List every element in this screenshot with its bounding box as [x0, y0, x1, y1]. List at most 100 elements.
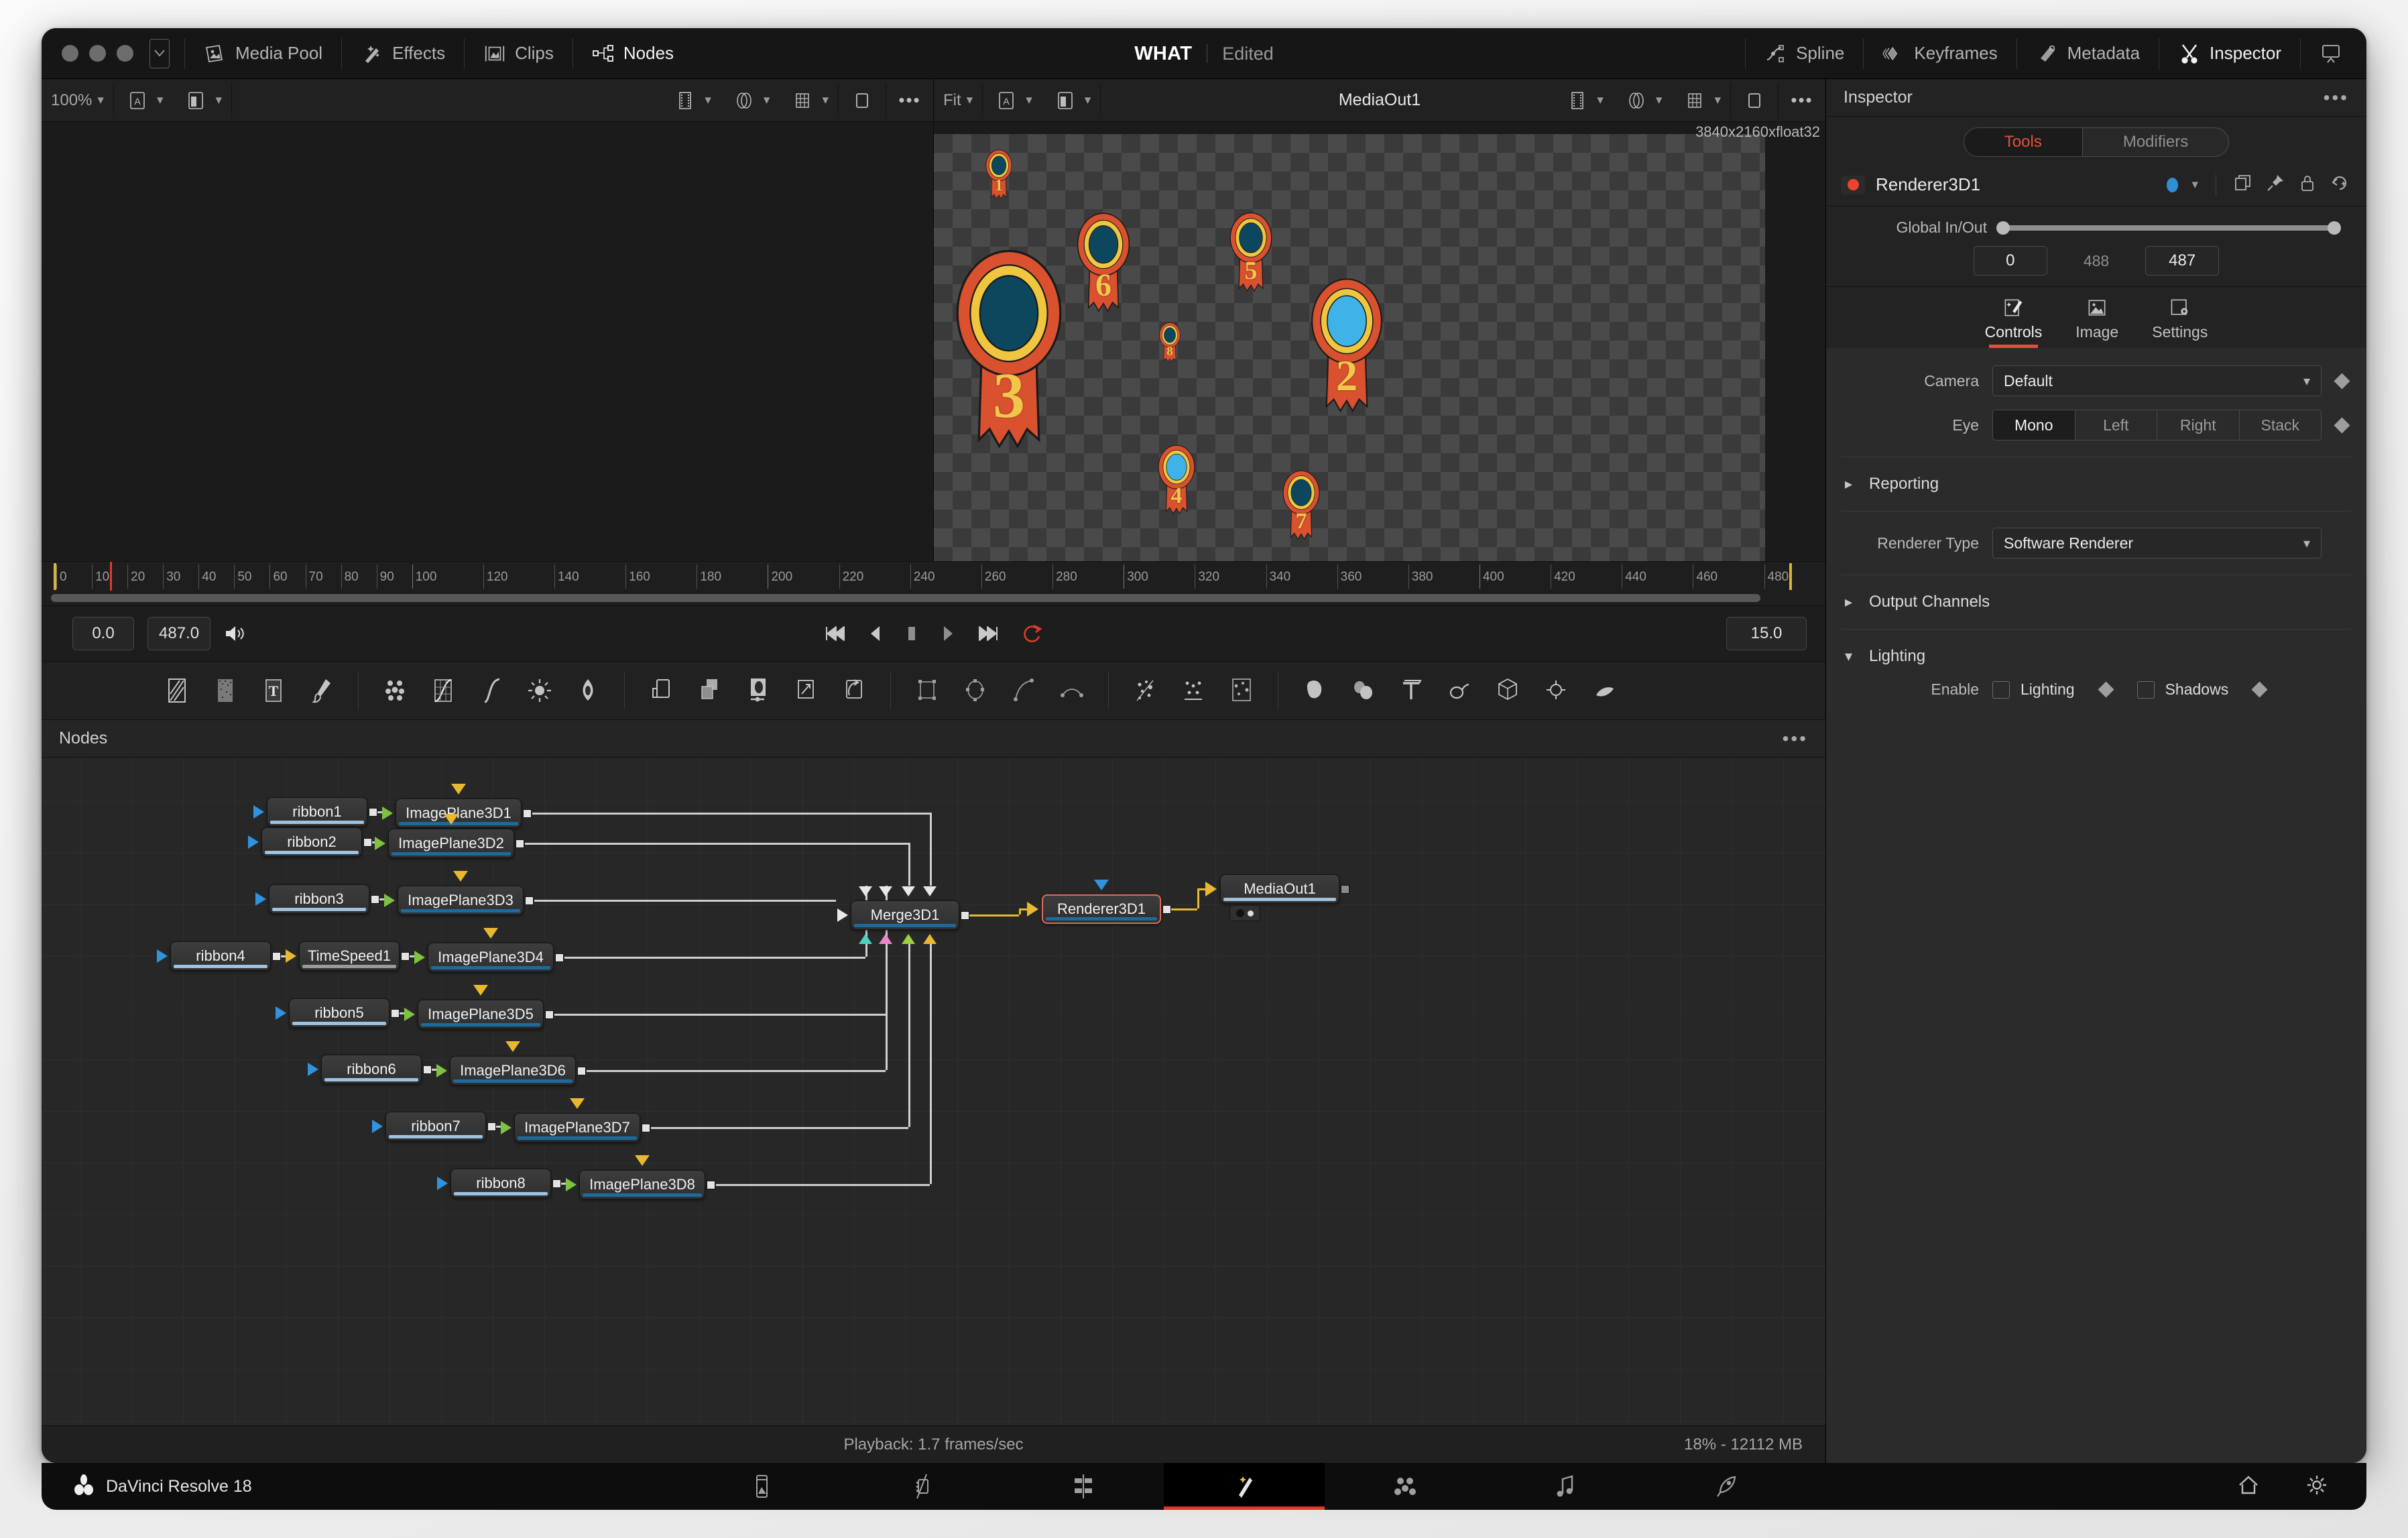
- output-channels-section-header[interactable]: ▸ Output Channels: [1826, 585, 2366, 619]
- node-imageplane3d3[interactable]: ImagePlane3D3: [398, 886, 524, 915]
- node-ribbon1[interactable]: ribbon1: [267, 797, 367, 827]
- fit-group[interactable]: Fit ▾: [934, 79, 982, 122]
- node-imageplane3d8[interactable]: ImagePlane3D8: [579, 1170, 705, 1199]
- node-output-port[interactable]: [516, 839, 524, 848]
- merge-bottom-input-port[interactable]: [902, 934, 915, 944]
- merge-top-input-port[interactable]: [923, 886, 937, 896]
- node-ribbon3[interactable]: ribbon3: [269, 884, 369, 914]
- global-out-field[interactable]: 487: [2145, 246, 2220, 276]
- node-input-port[interactable]: [382, 807, 393, 820]
- node-input-port[interactable]: [286, 949, 296, 963]
- loop-icon[interactable]: [1021, 624, 1044, 644]
- camera-keyframe-diamond[interactable]: [2334, 372, 2350, 390]
- eye-keyframe-diamond[interactable]: [2334, 416, 2350, 434]
- frame-group[interactable]: [839, 79, 886, 122]
- node-input-port[interactable]: [404, 1008, 415, 1021]
- matte-tool-icon[interactable]: [733, 662, 782, 719]
- skip-start-icon[interactable]: [824, 624, 847, 644]
- shadows-checkbox[interactable]: [2136, 681, 2155, 699]
- eye-option-mono[interactable]: Mono: [1992, 410, 2075, 440]
- panel-toggle-button[interactable]: [149, 38, 170, 68]
- node-top-input-port[interactable]: [483, 928, 498, 939]
- mediaout-output-port[interactable]: [1341, 885, 1349, 894]
- node-output-port[interactable]: [401, 952, 410, 961]
- global-in-field[interactable]: 0: [1973, 246, 2047, 276]
- tool-enable-led-icon[interactable]: [1841, 175, 1865, 194]
- current-frame-field[interactable]: 15.0: [1726, 617, 1807, 650]
- curve-tool-icon[interactable]: [467, 662, 516, 719]
- camera3d-tool-icon[interactable]: [1435, 662, 1484, 719]
- eye-option-left[interactable]: Left: [2075, 410, 2157, 440]
- onion-group[interactable]: ▾: [1613, 79, 1672, 122]
- merge-bottom-input-port[interactable]: [923, 934, 937, 944]
- imageplane3d-tool-icon[interactable]: [1339, 662, 1387, 719]
- grid-icon[interactable]: [788, 87, 817, 114]
- node-output-port[interactable]: [371, 895, 379, 904]
- node-output-port[interactable]: [545, 1010, 554, 1019]
- scrollbar-thumb[interactable]: [51, 594, 1760, 602]
- node-input-port[interactable]: [384, 894, 395, 907]
- node-output-port[interactable]: [961, 911, 969, 920]
- grid-icon[interactable]: [1681, 87, 1709, 114]
- node-top-input-port[interactable]: [505, 1041, 520, 1052]
- blur-tool-icon[interactable]: [371, 662, 419, 719]
- more-icon[interactable]: •••: [896, 87, 924, 114]
- renderer3d-tool-icon[interactable]: [1532, 662, 1580, 719]
- page-edit[interactable]: [1003, 1463, 1164, 1510]
- subview-group[interactable]: ▾: [662, 79, 721, 122]
- node-imageplane3d2[interactable]: ImagePlane3D2: [388, 829, 514, 858]
- more-group[interactable]: •••: [886, 79, 933, 122]
- lut-group[interactable]: ▾: [1042, 79, 1101, 122]
- node-input-port[interactable]: [372, 1120, 383, 1133]
- frame-icon[interactable]: [848, 87, 876, 114]
- merge-bottom-input-port[interactable]: [859, 934, 872, 944]
- node-imageplane3d7[interactable]: ImagePlane3D7: [514, 1113, 640, 1142]
- merge-scene-input-port[interactable]: [837, 908, 848, 922]
- node-top-input-port[interactable]: [451, 784, 466, 794]
- toolbar-item-inspector[interactable]: Inspector: [2161, 28, 2299, 79]
- node-ribbon5[interactable]: ribbon5: [289, 998, 389, 1028]
- colorcorrect-tool-icon[interactable]: [564, 662, 612, 719]
- node-input-port[interactable]: [255, 892, 266, 906]
- timeline-ruler[interactable]: 0 10 20 30 40 50 60 70 80 90 100 120 140 160 180 200 220…: [42, 561, 1825, 591]
- toolbar-item-media-pool[interactable]: Media Pool: [186, 28, 340, 79]
- node-merge3d1[interactable]: Merge3D1: [851, 900, 959, 930]
- renderer-type-dropdown[interactable]: Software Renderer ▾: [1992, 528, 2322, 558]
- background-tool-icon[interactable]: [153, 662, 201, 719]
- subview-icon[interactable]: [671, 87, 699, 114]
- renderer-scene-input-port[interactable]: [1094, 880, 1109, 890]
- node-ribbon4[interactable]: ribbon4: [170, 941, 271, 971]
- node-input-port[interactable]: [375, 837, 385, 850]
- page-deliver[interactable]: [1646, 1463, 1807, 1510]
- copy-icon[interactable]: [2234, 174, 2252, 196]
- node-ribbon6[interactable]: ribbon6: [321, 1055, 422, 1084]
- particle-bounce-icon[interactable]: [1169, 662, 1217, 719]
- frame-icon[interactable]: [1740, 87, 1768, 114]
- camera-dropdown[interactable]: Default ▾: [1992, 365, 2322, 396]
- node-input-port[interactable]: [308, 1063, 318, 1076]
- merge-tool-icon[interactable]: [685, 662, 733, 719]
- bspline-mask-icon[interactable]: [1048, 662, 1096, 719]
- in-point-field[interactable]: 0.0: [72, 617, 134, 650]
- tab-controls[interactable]: Controls: [1985, 296, 2042, 348]
- subview-group[interactable]: ▾: [1554, 79, 1613, 122]
- node-output-port[interactable]: [577, 1067, 586, 1075]
- toolbar-item-clips[interactable]: Clips: [466, 28, 571, 79]
- tab-image[interactable]: Image: [2075, 296, 2118, 348]
- lut-icon[interactable]: [182, 87, 210, 114]
- onion-icon[interactable]: [1622, 87, 1650, 114]
- node-output-port[interactable]: [369, 808, 377, 817]
- node-input-port[interactable]: [157, 949, 168, 963]
- channel-group[interactable]: A ▾: [114, 79, 173, 122]
- node-input-port[interactable]: [414, 951, 425, 964]
- lighting-section-header[interactable]: ▾ Lighting: [1826, 639, 2366, 674]
- toolbar-item-keyframes[interactable]: Keyframes: [1865, 28, 2014, 79]
- paint-tool-icon[interactable]: [298, 662, 346, 719]
- more-group[interactable]: •••: [1779, 79, 1825, 122]
- node-input-port[interactable]: [253, 805, 264, 819]
- node-ribbon7[interactable]: ribbon7: [385, 1112, 486, 1141]
- node-ribbon2[interactable]: ribbon2: [261, 827, 362, 857]
- alpha-channel-icon[interactable]: A: [992, 87, 1020, 114]
- skip-end-icon[interactable]: [977, 624, 1000, 644]
- node-input-arrow[interactable]: [1205, 882, 1217, 896]
